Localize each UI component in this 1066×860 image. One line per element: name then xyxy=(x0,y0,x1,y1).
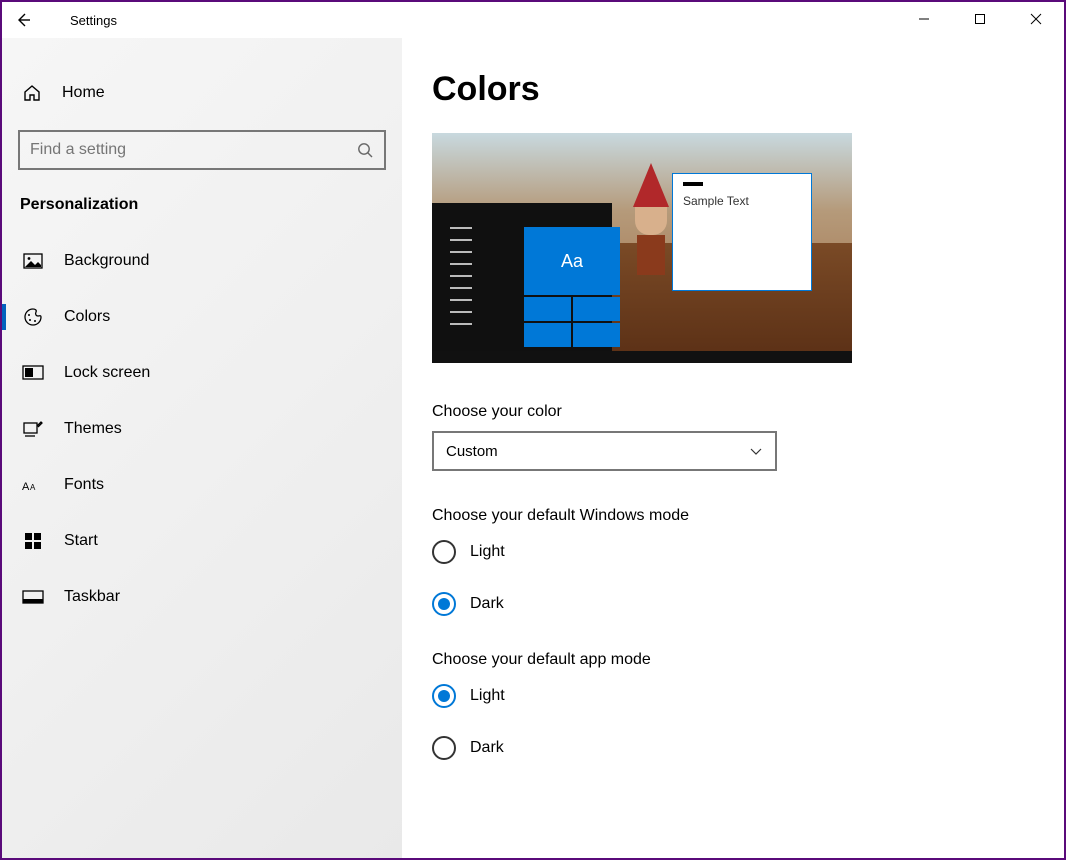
lockscreen-icon xyxy=(22,365,44,381)
palette-icon xyxy=(22,307,44,327)
search-input[interactable] xyxy=(30,141,356,159)
dropdown-selected: Custom xyxy=(446,443,498,460)
sidebar-item-label: Themes xyxy=(64,420,122,438)
section-title: Personalization xyxy=(2,184,402,224)
choose-color-dropdown[interactable]: Custom xyxy=(432,431,777,471)
page-title: Colors xyxy=(432,70,1024,109)
sidebar-item-taskbar[interactable]: Taskbar xyxy=(2,572,402,622)
back-arrow-icon xyxy=(14,11,32,29)
taskbar-icon xyxy=(22,590,44,604)
preview-taskbar xyxy=(432,351,852,363)
start-icon xyxy=(22,532,44,550)
sidebar-item-label: Fonts xyxy=(64,476,104,494)
choose-color-label: Choose your color xyxy=(432,403,1024,421)
titlebar: Settings xyxy=(2,2,1064,38)
search-icon xyxy=(356,141,374,159)
preview-sample-text: Sample Text xyxy=(683,194,801,208)
settings-window: Settings Home xyxy=(0,0,1066,860)
windows-mode-group: Light Dark xyxy=(432,535,1024,621)
fonts-icon: AA xyxy=(22,476,44,494)
home-icon xyxy=(22,83,44,103)
preview-tiles: Aa xyxy=(524,227,620,349)
sidebar-item-label: Taskbar xyxy=(64,588,120,606)
radio-icon xyxy=(432,540,456,564)
app-mode-dark[interactable]: Dark xyxy=(432,731,1024,765)
close-button[interactable] xyxy=(1008,2,1064,36)
window-title: Settings xyxy=(70,13,117,28)
radio-icon xyxy=(432,736,456,760)
minimize-button[interactable] xyxy=(896,2,952,36)
radio-label: Light xyxy=(470,687,505,705)
chevron-down-icon xyxy=(749,444,763,458)
preview-menu-lines xyxy=(450,227,472,335)
sidebar-item-colors[interactable]: Colors xyxy=(2,292,402,342)
search-container xyxy=(18,130,386,170)
radio-icon xyxy=(432,684,456,708)
window-controls xyxy=(896,2,1064,36)
nav-list: Background Colors Lock screen xyxy=(2,230,402,628)
sidebar-item-label: Background xyxy=(64,252,149,270)
sidebar-item-label: Lock screen xyxy=(64,364,150,382)
sidebar: Home Personalization Background xyxy=(2,38,402,858)
maximize-button[interactable] xyxy=(952,2,1008,36)
preview-sample-accent xyxy=(683,182,703,186)
image-icon xyxy=(22,253,44,269)
home-label: Home xyxy=(62,84,105,102)
radio-label: Dark xyxy=(470,739,504,757)
themes-icon xyxy=(22,420,44,438)
sidebar-item-fonts[interactable]: AA Fonts xyxy=(2,460,402,510)
main-content: Colors Aa Sample Text xyxy=(402,38,1064,858)
svg-text:A: A xyxy=(22,481,30,493)
preview-sample-card: Sample Text xyxy=(672,173,812,291)
back-button[interactable] xyxy=(6,3,40,37)
sidebar-item-label: Colors xyxy=(64,308,110,326)
search-box[interactable] xyxy=(18,130,386,170)
radio-label: Light xyxy=(470,543,505,561)
windows-mode-dark[interactable]: Dark xyxy=(432,587,1024,621)
minimize-icon xyxy=(918,13,930,25)
svg-text:A: A xyxy=(30,483,36,492)
sidebar-item-themes[interactable]: Themes xyxy=(2,404,402,454)
app-mode-group: Light Dark xyxy=(432,679,1024,765)
windows-mode-light[interactable]: Light xyxy=(432,535,1024,569)
preview-gnome xyxy=(627,163,675,269)
maximize-icon xyxy=(974,13,986,25)
radio-icon xyxy=(432,592,456,616)
home-button[interactable]: Home xyxy=(2,68,402,118)
theme-preview: Aa Sample Text xyxy=(432,133,852,363)
sidebar-item-background[interactable]: Background xyxy=(2,236,402,286)
radio-label: Dark xyxy=(470,595,504,613)
close-icon xyxy=(1030,13,1042,25)
sidebar-item-lockscreen[interactable]: Lock screen xyxy=(2,348,402,398)
app-mode-light[interactable]: Light xyxy=(432,679,1024,713)
body: Home Personalization Background xyxy=(2,38,1064,858)
preview-tile-large: Aa xyxy=(524,227,620,295)
app-mode-label: Choose your default app mode xyxy=(432,651,1024,669)
sidebar-item-label: Start xyxy=(64,532,98,550)
sidebar-item-start[interactable]: Start xyxy=(2,516,402,566)
windows-mode-label: Choose your default Windows mode xyxy=(432,507,1024,525)
